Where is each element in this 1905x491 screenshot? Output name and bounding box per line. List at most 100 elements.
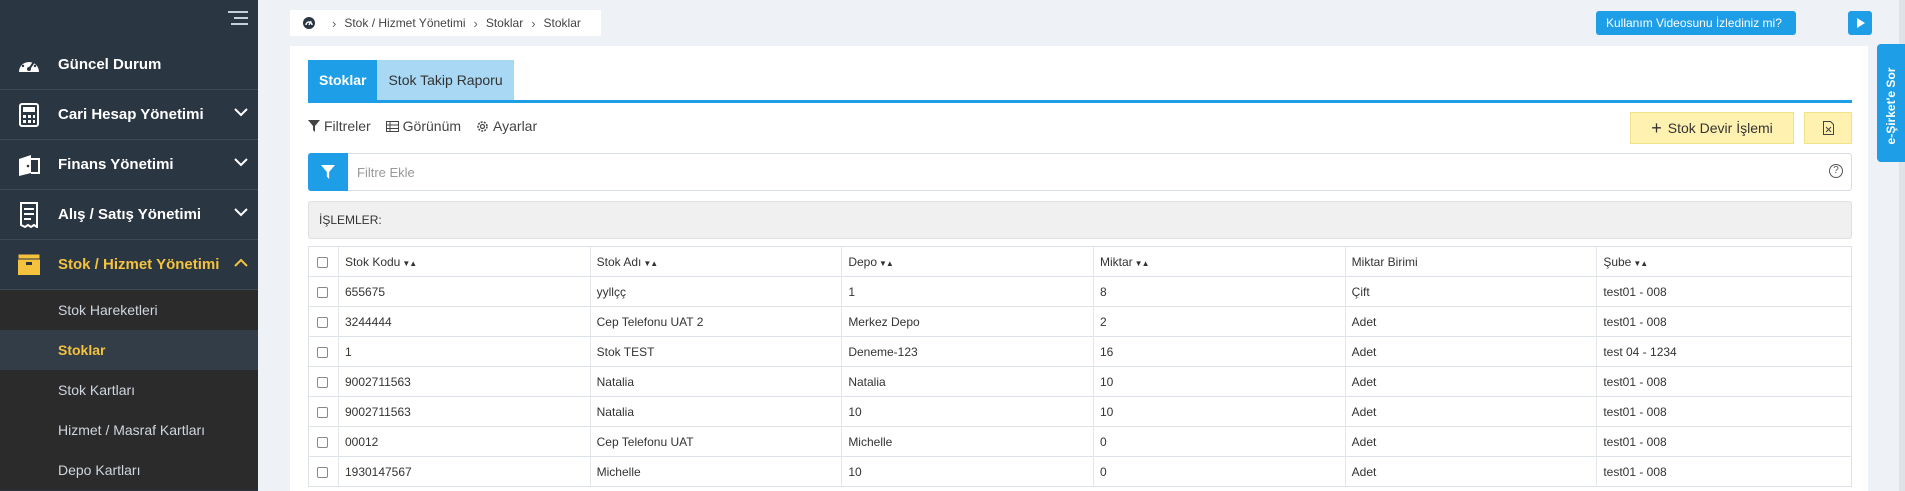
row-checkbox[interactable] [317, 406, 328, 418]
cell-stok-adi: Natalia [591, 396, 843, 427]
section-title: İŞLEMLER: [308, 201, 1852, 239]
row-select-cell [309, 336, 339, 367]
cell-stok-adi: Cep Telefonu UAT 2 [591, 306, 843, 337]
row-checkbox[interactable] [317, 346, 328, 358]
table-row[interactable]: 655675 yyllçç 1 8 Çift test01 - 008 [309, 276, 1851, 307]
row-select-cell [309, 276, 339, 307]
sidebar-item-stok-kartlari[interactable]: Stok Kartları [0, 370, 258, 410]
settings-button[interactable]: Ayarlar [476, 118, 537, 134]
column-header-miktar[interactable]: Miktar ▼▲ [1094, 246, 1346, 277]
nav-item-label: Finans Yönetimi [58, 156, 174, 173]
cell-miktar-birimi: Çift [1346, 276, 1598, 307]
cell-sube: test01 - 008 [1603, 434, 1667, 449]
table-row[interactable]: 3244444 Cep Telefonu UAT 2 Merkez Depo 2 Ade… [309, 306, 1851, 337]
tab-stoklar[interactable]: Stoklar [308, 60, 378, 100]
cell-stok-kodu: 655675 [339, 276, 591, 307]
tab-stok-takip-raporu[interactable]: Stok Takip Raporu [377, 60, 514, 100]
sort-icon[interactable]: ▼▲ [643, 259, 658, 268]
ask-company-tab[interactable]: e-Şirket'e Sor [1877, 44, 1905, 162]
row-select-cell [309, 366, 339, 397]
cell-miktar: 2 [1094, 306, 1346, 337]
cell-miktar: 8 [1094, 276, 1346, 307]
filters-button[interactable]: Filtreler [308, 118, 371, 134]
cell-stok-kodu: 9002711563 [339, 396, 591, 427]
table-row[interactable]: 9002711563 Natalia 10 10 Adet test01 - 008 [309, 396, 1851, 427]
chevron-down-icon [234, 108, 248, 117]
chevron-right-icon: › [531, 15, 536, 31]
row-checkbox[interactable] [317, 436, 328, 448]
cell-miktar: 0 [1094, 426, 1346, 457]
data-table: Stok Kodu ▼▲ Stok Adı ▼▲ Depo ▼▲ Miktar ▼▲ M… [308, 246, 1852, 487]
column-header-stok-kodu[interactable]: Stok Kodu ▼▲ [339, 246, 591, 277]
chevron-right-icon: › [473, 15, 478, 31]
excel-export-button[interactable] [1804, 112, 1852, 144]
tab-underline [308, 100, 1852, 103]
box-icon [14, 252, 44, 278]
row-select-cell [309, 426, 339, 457]
plus-icon: + [1651, 118, 1662, 138]
cell-miktar-birimi: Adet [1346, 336, 1598, 367]
filter-icon [321, 165, 335, 179]
cell-miktar-birimi: Adet [1346, 366, 1598, 397]
home-icon[interactable] [302, 16, 316, 30]
sidebar-item-stok-hareketleri[interactable]: Stok Hareketleri [0, 290, 258, 330]
help-icon[interactable]: ? [1829, 164, 1843, 178]
chevron-up-icon [234, 258, 248, 267]
cell-miktar-birimi: Adet [1346, 306, 1598, 337]
sort-icon[interactable]: ▼▲ [1135, 259, 1150, 268]
play-icon[interactable] [1848, 11, 1872, 35]
breadcrumb-item[interactable]: Stok / Hizmet Yönetimi [344, 16, 465, 30]
nav-item-stok-hizmet[interactable]: Stok / Hizmet Yönetimi [0, 240, 258, 290]
video-prompt-button[interactable]: Kullanım Videosunu İzlediniz mi? [1596, 11, 1796, 35]
cell-sube: test01 - 008 [1603, 404, 1667, 419]
main-panel: Stoklar Stok Takip Raporu Filtreler Görü… [290, 46, 1868, 491]
gear-icon [477, 120, 488, 132]
cell-depo: 10 [842, 456, 1094, 487]
sidebar-item-stoklar[interactable]: Stoklar [0, 330, 258, 370]
nav-item-alis-satis[interactable]: Alış / Satış Yönetimi [0, 190, 258, 240]
breadcrumb-item[interactable]: Stoklar [486, 16, 523, 30]
table-row[interactable]: 1930147567 Michelle 10 0 Adet test01 - 008 [309, 456, 1851, 487]
cell-sube: test01 - 008 [1603, 314, 1667, 329]
row-checkbox[interactable] [317, 316, 328, 328]
view-button[interactable]: Görünüm [385, 118, 461, 134]
cell-miktar: 10 [1094, 366, 1346, 397]
table-row[interactable]: 00012 Cep Telefonu UAT Michelle 0 Adet test01… [309, 426, 1851, 457]
row-select-cell [309, 396, 339, 427]
table-row[interactable]: 9002711563 Natalia Natalia 10 Adet test01 - 0… [309, 366, 1851, 397]
cell-depo: 10 [842, 396, 1094, 427]
row-select-cell [309, 456, 339, 487]
column-header-sube[interactable]: Şube ▼▲ [1597, 247, 1851, 277]
stok-devir-button[interactable]: + Stok Devir İşlemi [1630, 112, 1794, 144]
submenu: Stok Hareketleri Stoklar Stok Kartları H… [0, 290, 258, 490]
menu-toggle-icon[interactable] [228, 11, 248, 27]
cell-stok-kodu: 00012 [339, 426, 591, 457]
sidebar-item-depo-kartlari[interactable]: Depo Kartları [0, 450, 258, 490]
wallet-icon [14, 152, 44, 178]
sidebar-item-hizmet-masraf[interactable]: Hizmet / Masraf Kartları [0, 410, 258, 450]
row-checkbox[interactable] [317, 466, 328, 478]
filter-add-button[interactable] [308, 153, 348, 191]
row-checkbox[interactable] [317, 286, 328, 298]
nav-item-finans[interactable]: Finans Yönetimi [0, 140, 258, 190]
sort-icon[interactable]: ▼▲ [879, 259, 894, 268]
sort-icon[interactable]: ▼▲ [1633, 259, 1648, 268]
filter-input[interactable]: Filtre Ekle [357, 165, 415, 180]
nav-item-guncel-durum[interactable]: Güncel Durum [0, 40, 258, 90]
table-header: Stok Kodu ▼▲ Stok Adı ▼▲ Depo ▼▲ Miktar ▼▲ M… [309, 246, 1851, 277]
filters-label: Filtreler [324, 118, 371, 134]
column-label: Miktar Birimi [1351, 254, 1418, 269]
column-header-depo[interactable]: Depo ▼▲ [842, 246, 1094, 277]
column-header-stok-adi[interactable]: Stok Adı ▼▲ [591, 246, 843, 277]
nav-item-label: Güncel Durum [58, 56, 162, 73]
cell-depo: Natalia [842, 366, 1094, 397]
ask-company-label: e-Şirket'e Sor [1884, 67, 1898, 145]
calculator-icon [14, 102, 44, 128]
select-all-checkbox[interactable] [317, 256, 328, 268]
nav-item-label: Stok / Hizmet Yönetimi [58, 256, 220, 273]
row-checkbox[interactable] [317, 376, 328, 388]
table-row[interactable]: 1 Stok TEST Deneme-123 16 Adet test 04 - 1234 [309, 336, 1851, 367]
sort-icon[interactable]: ▼▲ [402, 259, 417, 268]
cell-stok-adi: Stok TEST [591, 336, 843, 367]
nav-item-cari-hesap[interactable]: Cari Hesap Yönetimi [0, 90, 258, 140]
